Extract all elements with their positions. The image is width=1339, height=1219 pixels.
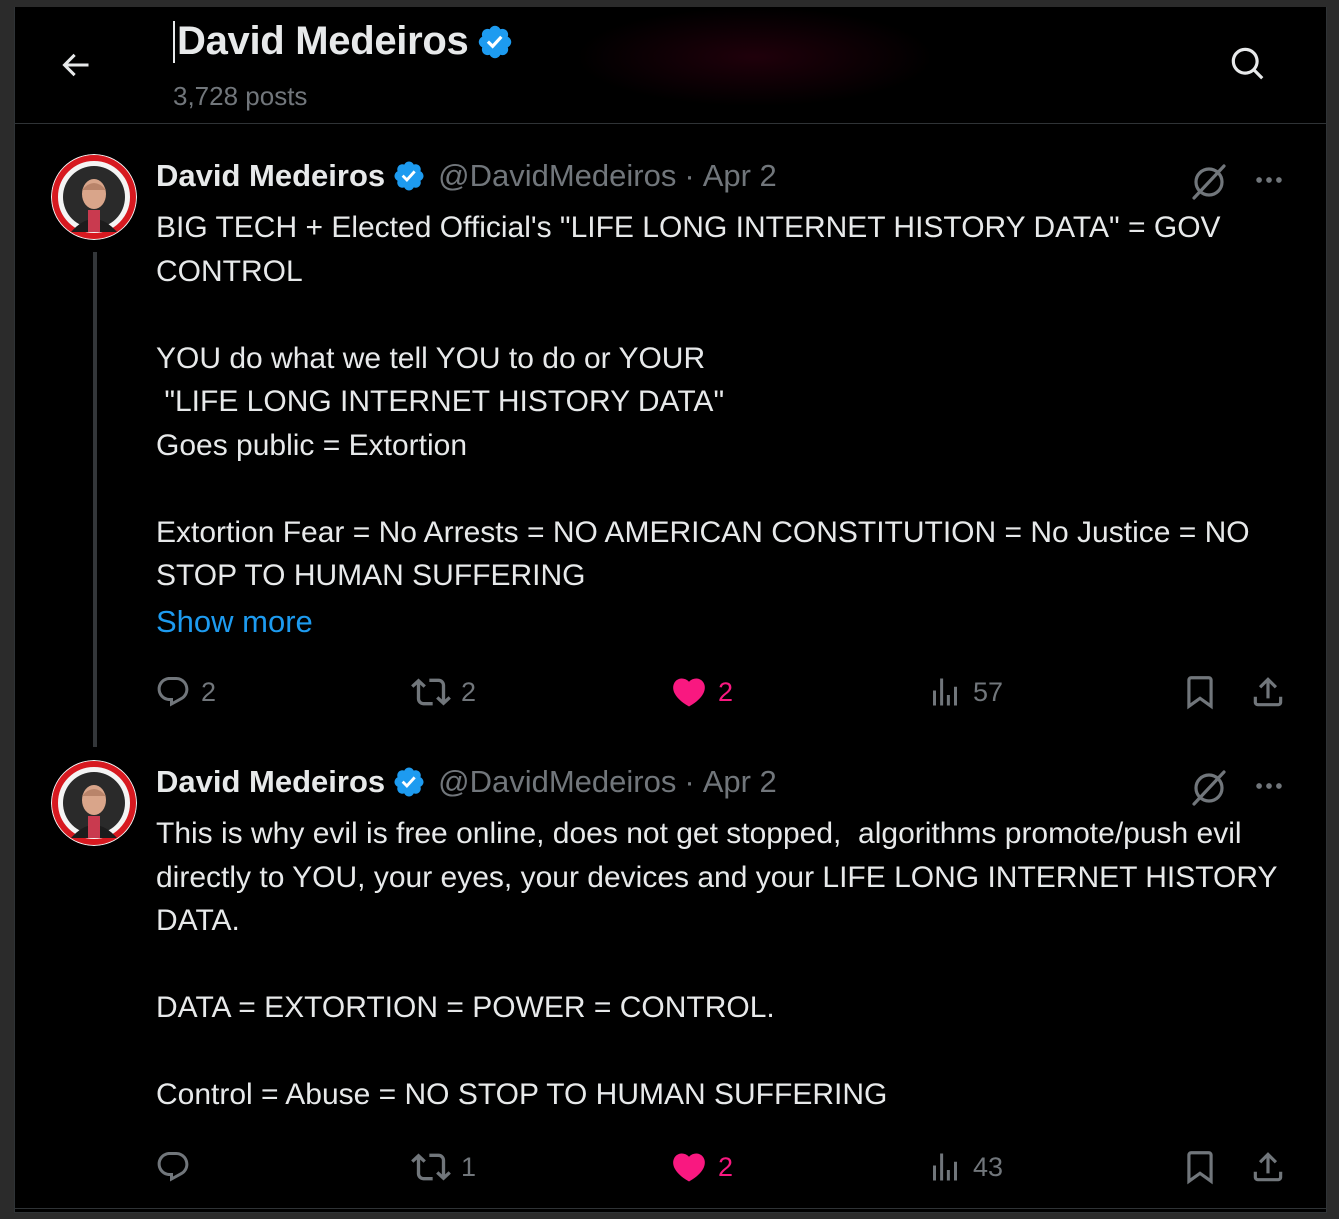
text-caret — [173, 20, 175, 63]
more-dots-icon — [1256, 783, 1282, 789]
avatar[interactable] — [51, 760, 137, 846]
search-icon — [1231, 47, 1264, 80]
more-options-button[interactable] — [1247, 158, 1291, 202]
heart-icon — [673, 1153, 705, 1182]
repost-count: 2 — [461, 676, 477, 707]
post-text: This is why evil is free online, does no… — [156, 817, 1277, 1111]
header-title-row: David Medeiros — [173, 19, 514, 64]
more-dots-icon — [1256, 177, 1282, 183]
share-button[interactable] — [1249, 1145, 1287, 1189]
like-count: 2 — [718, 1151, 734, 1182]
repost-icon — [411, 1153, 451, 1181]
timeline-column: David Medeiros 3,728 posts David Medeiro… — [14, 7, 1327, 1213]
share-icon — [1253, 677, 1283, 707]
author-handle[interactable]: @DavidMedeiros — [438, 764, 676, 800]
like-count: 2 — [718, 676, 734, 707]
verified-badge-icon — [392, 159, 426, 193]
profile-header: David Medeiros 3,728 posts — [15, 7, 1326, 124]
post-meta: David Medeiros @DavidMedeiros · Apr 2 — [156, 158, 777, 194]
heart-icon — [673, 678, 705, 707]
reply-count: 2 — [201, 676, 217, 707]
arrow-left-icon — [62, 53, 89, 77]
like-button[interactable]: 2 — [670, 670, 733, 714]
post-meta: David Medeiros @DavidMedeiros · Apr 2 — [156, 764, 777, 800]
repost-count: 1 — [461, 1151, 477, 1182]
bookmark-icon — [1187, 676, 1213, 710]
author-handle[interactable]: @DavidMedeiros — [438, 158, 676, 194]
author-name[interactable]: David Medeiros — [156, 158, 385, 194]
views-chart-icon — [933, 1153, 957, 1181]
post-text: BIG TECH + Elected Official's "LIFE LONG… — [156, 211, 1250, 592]
bookmark-icon — [1187, 1151, 1213, 1185]
share-button[interactable] — [1249, 670, 1287, 714]
repost-button[interactable]: 1 — [411, 1145, 476, 1189]
post-date[interactable]: Apr 2 — [703, 764, 777, 800]
bookmark-button[interactable] — [1181, 1145, 1219, 1189]
verified-badge-icon — [392, 765, 426, 799]
views-chart-icon — [933, 678, 957, 706]
author-name[interactable]: David Medeiros — [156, 764, 385, 800]
more-options-button[interactable] — [1247, 764, 1291, 808]
grok-icon — [1192, 770, 1226, 806]
grok-button[interactable] — [1185, 764, 1233, 812]
repost-icon — [411, 678, 451, 706]
meta-separator: · — [684, 764, 695, 799]
verified-badge-icon — [476, 23, 514, 61]
meta-separator: · — [684, 158, 695, 193]
views-button[interactable]: 57 — [927, 670, 1003, 714]
views-button[interactable]: 43 — [927, 1145, 1003, 1189]
avatar[interactable] — [51, 154, 137, 240]
repost-button[interactable]: 2 — [411, 670, 476, 714]
post-count: 3,728 posts — [173, 81, 308, 111]
search-button[interactable] — [1225, 41, 1271, 87]
grok-button[interactable] — [1185, 158, 1233, 206]
show-more-link[interactable]: Show more — [156, 604, 313, 640]
post[interactable]: David Medeiros @DavidMedeiros · Apr 2 — [15, 730, 1326, 1208]
header-glow — [575, 7, 935, 107]
bookmark-button[interactable] — [1181, 670, 1219, 714]
grok-icon — [1192, 164, 1226, 200]
like-button[interactable]: 2 — [670, 1145, 733, 1189]
app-frame: David Medeiros 3,728 posts David Medeiro… — [0, 0, 1339, 1219]
reply-button[interactable]: 2 — [155, 670, 216, 714]
views-count: 57 — [973, 676, 1004, 707]
back-button[interactable] — [53, 43, 97, 87]
page-title: David Medeiros — [177, 19, 469, 63]
reply-icon — [157, 1152, 189, 1182]
reply-button[interactable] — [155, 1145, 201, 1189]
views-count: 43 — [973, 1151, 1004, 1182]
post-date[interactable]: Apr 2 — [703, 158, 777, 194]
share-icon — [1253, 1152, 1283, 1182]
post[interactable]: David Medeiros @DavidMedeiros · Apr 2 — [15, 124, 1326, 744]
post-divider — [15, 1208, 1326, 1209]
reply-icon — [157, 677, 189, 707]
